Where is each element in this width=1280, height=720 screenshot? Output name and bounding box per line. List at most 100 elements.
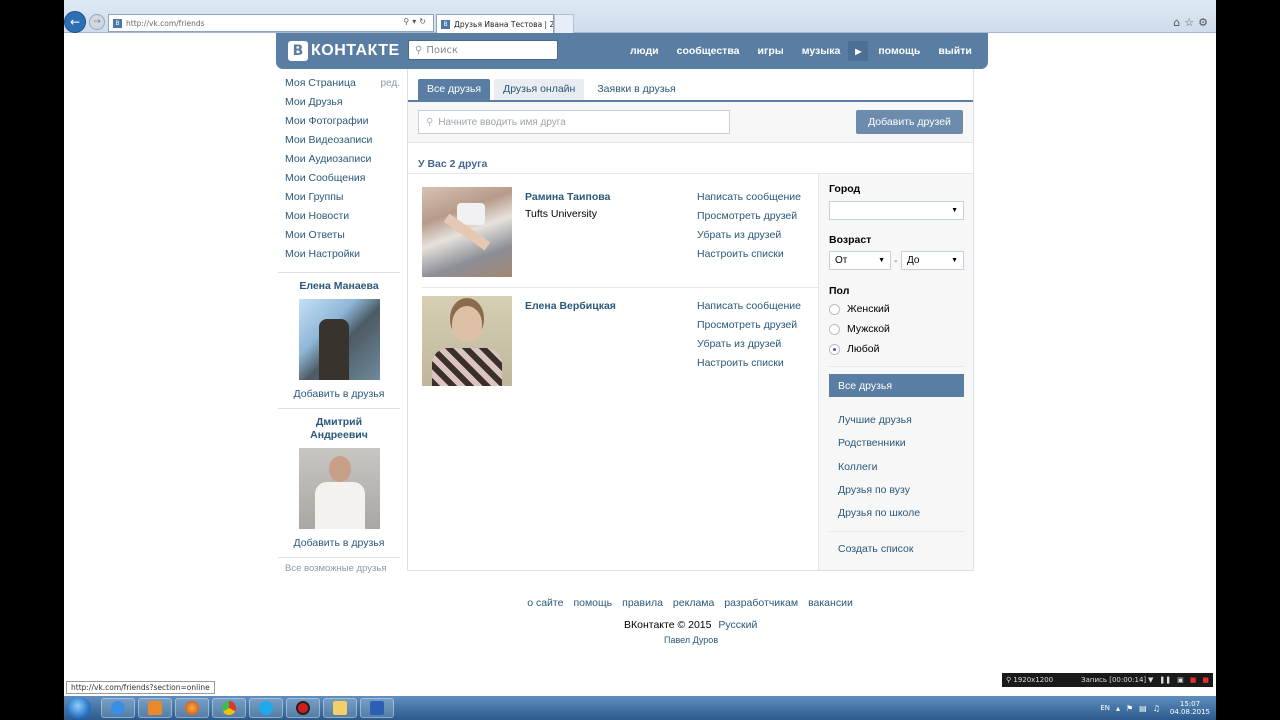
list-best-friends[interactable]: Лучшие друзья — [838, 414, 912, 426]
view-friends-link[interactable]: Просмотреть друзей — [697, 210, 801, 229]
volume-icon[interactable]: ♫ — [1153, 704, 1160, 713]
author-link[interactable]: Павел Дуров — [664, 635, 718, 645]
footer-link-about[interactable]: о сайте — [527, 597, 563, 609]
write-message-link[interactable]: Написать сообщение — [697, 300, 801, 319]
menu-help[interactable]: помощь — [878, 45, 920, 57]
taskbar-skype-button[interactable] — [249, 698, 283, 718]
add-friend-link[interactable]: Добавить в друзья — [278, 388, 400, 400]
flag-icon[interactable]: ⚑ — [1126, 704, 1133, 713]
tab-title: Друзья Ивана Тестова | 2 д... — [454, 19, 554, 29]
taskbar-explorer-button[interactable] — [323, 698, 357, 718]
write-message-link[interactable]: Написать сообщение — [697, 191, 801, 210]
footer-link-ads[interactable]: реклама — [673, 597, 714, 609]
back-button[interactable]: ← — [64, 11, 86, 33]
footer-link-help[interactable]: помощь — [573, 597, 612, 609]
sidebar-item-messages[interactable]: Мои Сообщения — [278, 169, 400, 188]
sidebar-item-answers[interactable]: Мои Ответы — [278, 226, 400, 245]
footer-link-developers[interactable]: разработчикам — [724, 597, 798, 609]
vk-logo[interactable]: В КОНТАКТЕ — [288, 41, 400, 61]
sidebar-item-friends[interactable]: Мои Друзья — [278, 93, 400, 112]
language-indicator[interactable]: EN — [1100, 704, 1110, 712]
list-relatives[interactable]: Родственники — [838, 437, 906, 449]
gender-radio-female[interactable]: Женский — [829, 303, 890, 315]
record-icon[interactable]: ■ — [1190, 676, 1197, 684]
remove-friend-link[interactable]: Убрать из друзей — [697, 338, 801, 357]
new-tab-button[interactable] — [554, 14, 574, 33]
friend-avatar[interactable] — [422, 187, 512, 277]
menu-communities[interactable]: сообщества — [677, 45, 740, 57]
gender-radio-male[interactable]: Мужской — [829, 323, 890, 335]
tray-up-icon[interactable]: ▴ — [1116, 704, 1120, 713]
suggestion-photo[interactable] — [298, 299, 380, 380]
friend-avatar[interactable] — [422, 296, 512, 386]
menu-people[interactable]: люди — [630, 45, 659, 57]
edit-link[interactable]: ред. — [380, 74, 400, 93]
friend-name[interactable]: Рамина Таипова — [525, 191, 610, 203]
suggestion-name[interactable]: Елена Манаева — [278, 280, 400, 293]
suggestion-photo[interactable] — [298, 448, 380, 529]
taskbar-recorder-button[interactable] — [286, 698, 320, 718]
taskbar-word-button[interactable] — [360, 698, 394, 718]
friend-search-input[interactable]: ⚲ Начните вводить имя друга — [418, 110, 730, 134]
create-list-link[interactable]: Создать список — [838, 543, 913, 555]
arrow-left-icon: ← — [69, 15, 81, 29]
city-select[interactable]: ▼ — [829, 201, 964, 220]
sidebar-item-my-page[interactable]: Моя Страница ред. — [278, 74, 400, 93]
menu-games[interactable]: игры — [757, 45, 783, 57]
footer-link-jobs[interactable]: вакансии — [808, 597, 853, 609]
all-possible-friends-link[interactable]: Все возможные друзья — [278, 563, 400, 574]
tab-friend-requests[interactable]: Заявки в друзья — [588, 79, 684, 100]
sidebar-item-news[interactable]: Мои Новости — [278, 207, 400, 226]
taskbar-chrome-button[interactable] — [212, 698, 246, 718]
search-refresh-icon[interactable]: ⚲▾↻ — [403, 17, 429, 26]
home-star-gear-icon[interactable]: ⌂☆⚙ — [1173, 16, 1212, 29]
list-school-friends[interactable]: Друзья по школе — [838, 507, 920, 519]
list-all-friends[interactable]: Все друзья — [829, 374, 964, 397]
friend-university[interactable]: Tufts University — [525, 208, 597, 220]
setup-lists-link[interactable]: Настроить списки — [697, 357, 801, 376]
tab-all-friends[interactable]: Все друзья — [418, 79, 491, 100]
list-colleagues[interactable]: Коллеги — [838, 461, 878, 473]
dropdown-icon[interactable]: ▼ — [1148, 676, 1153, 684]
remove-friend-link[interactable]: Убрать из друзей — [697, 229, 801, 248]
forward-button[interactable]: → — [89, 14, 105, 30]
footer-link-rules[interactable]: правила — [622, 597, 663, 609]
friend-row: Рамина Таипова Tufts University Написать… — [422, 187, 818, 287]
tab-friends-online[interactable]: Друзья онлайн — [494, 79, 585, 100]
menu-logout[interactable]: выйти — [938, 45, 971, 57]
sidebar-item-settings[interactable]: Мои Настройки — [278, 245, 400, 264]
dropdown-arrow-icon: ▼ — [951, 207, 958, 214]
sidebar-item-groups[interactable]: Мои Группы — [278, 188, 400, 207]
divider — [829, 531, 964, 532]
header-search-input[interactable]: ⚲ Поиск — [408, 40, 558, 60]
taskbar-ie-button[interactable] — [101, 698, 135, 718]
language-link[interactable]: Русский — [718, 619, 757, 631]
browser-tab[interactable]: B Друзья Ивана Тестова | 2 д... × — [436, 14, 554, 33]
taskbar-firefox-button[interactable] — [175, 698, 209, 718]
pause-icon[interactable]: ❚❚ — [1159, 676, 1171, 684]
friend-actions: Написать сообщение Просмотреть друзей Уб… — [697, 191, 801, 267]
sidebar-item-videos[interactable]: Мои Видеозаписи — [278, 131, 400, 150]
add-friend-link[interactable]: Добавить в друзья — [278, 537, 400, 549]
view-friends-link[interactable]: Просмотреть друзей — [697, 319, 801, 338]
sidebar-item-photos[interactable]: Мои Фотографии — [278, 112, 400, 131]
add-friends-button[interactable]: Добавить друзей — [856, 110, 963, 134]
camera-icon[interactable]: ▣ — [1177, 676, 1184, 684]
menu-music[interactable]: музыка — [802, 45, 841, 57]
friend-name[interactable]: Елена Вербицкая — [525, 300, 616, 312]
network-icon[interactable]: ▤ — [1139, 704, 1147, 713]
sidebar-item-audio[interactable]: Мои Аудиозаписи — [278, 150, 400, 169]
list-university-friends[interactable]: Друзья по вузу — [838, 484, 910, 496]
suggestion-name[interactable]: Дмитрий Андреевич — [304, 416, 374, 442]
taskbar-media-button[interactable] — [138, 698, 172, 718]
clock[interactable]: 15:07 04.08.2015 — [1170, 700, 1210, 716]
address-bar[interactable]: B http://vk.com/friends ⚲▾↻ — [108, 14, 434, 32]
stop-icon[interactable]: ■ — [1202, 676, 1209, 684]
zoom-icon[interactable]: ⚲ — [1006, 676, 1013, 684]
start-button-icon[interactable] — [67, 697, 91, 719]
age-from-select[interactable]: От ▼ — [829, 251, 891, 270]
play-arrow-icon[interactable]: ▶ — [848, 41, 869, 61]
gender-radio-any[interactable]: Любой — [829, 343, 879, 355]
age-to-select[interactable]: До ▼ — [901, 251, 964, 270]
setup-lists-link[interactable]: Настроить списки — [697, 248, 801, 267]
